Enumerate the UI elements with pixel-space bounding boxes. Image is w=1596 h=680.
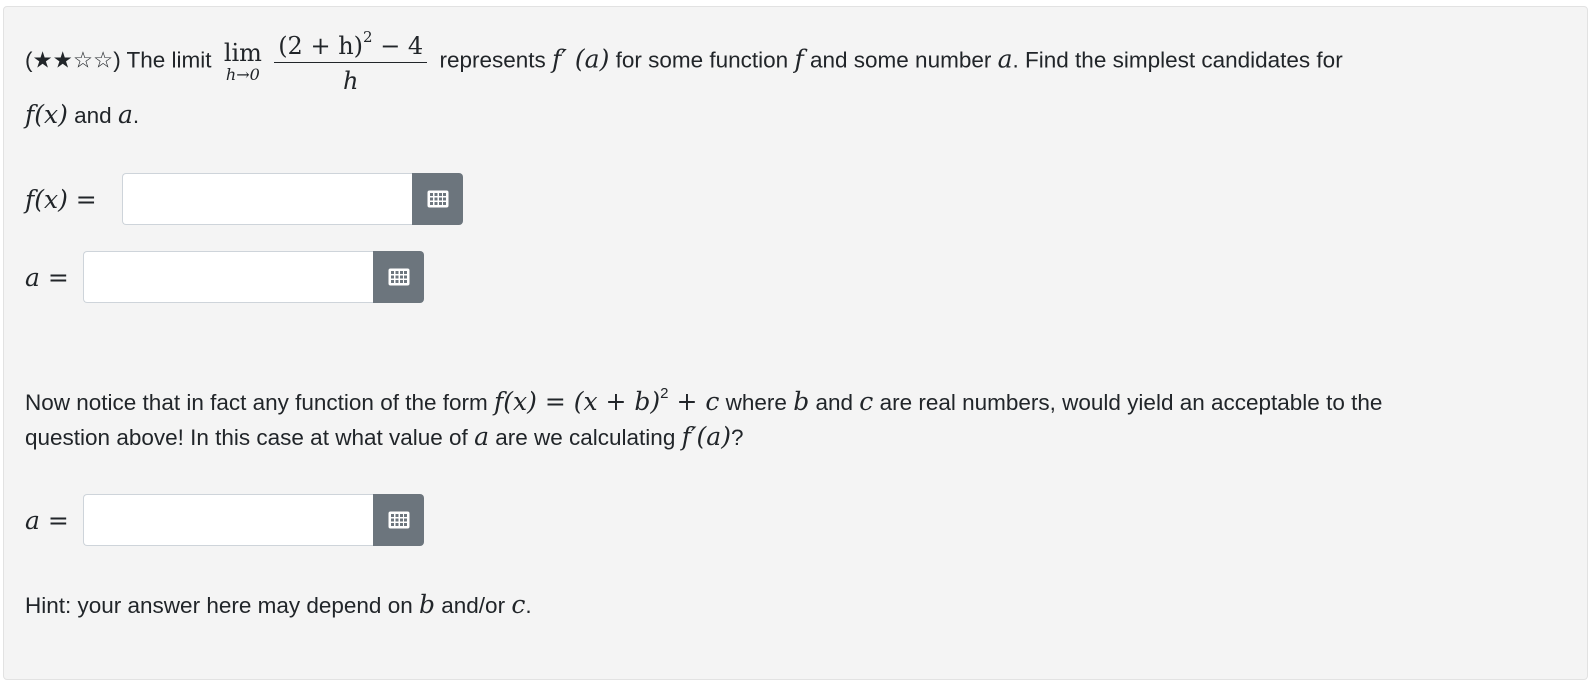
question-line-2: f(x) and a. xyxy=(25,102,139,128)
hint-text-1: Hint: your answer here may depend on xyxy=(25,593,413,618)
fraction-denominator: h xyxy=(274,62,428,93)
a2-math-keyboard-button[interactable] xyxy=(373,494,424,546)
b-symbol: b xyxy=(793,387,810,416)
a-symbol-2: a xyxy=(117,100,133,129)
formula-eq: = xyxy=(536,387,574,416)
matrix-keyboard-icon xyxy=(388,268,409,286)
limit-fraction: (2 + h)2 − 4 h xyxy=(274,28,428,93)
formula-rhs: (x + b) xyxy=(573,387,661,416)
difficulty-stars-filled: ★★ xyxy=(32,47,73,73)
hint-line: Hint: your answer here may depend on b a… xyxy=(25,592,532,618)
matrix-keyboard-icon xyxy=(427,190,448,208)
a-answer-input[interactable] xyxy=(83,251,373,303)
part2-text-5: question above! In this case at what val… xyxy=(25,425,468,450)
part2-text-4: are real numbers, would yield an accepta… xyxy=(879,390,1383,415)
fx-symbol: f(x) xyxy=(25,100,68,129)
question-panel xyxy=(3,6,1588,680)
a-input-group xyxy=(83,251,424,303)
represents-text: represents xyxy=(439,47,546,73)
open-paren: ( xyxy=(25,47,33,73)
part2-line-2: question above! In this case at what val… xyxy=(25,424,743,450)
f-symbol: f xyxy=(794,44,804,74)
limit-operator: lim h→0 xyxy=(224,41,262,83)
lim-subscript: h→0 xyxy=(225,64,260,84)
fx-input-group xyxy=(122,173,463,225)
fx-math-keyboard-button[interactable] xyxy=(412,173,463,225)
fraction-numerator: (2 + h)2 − 4 xyxy=(278,28,424,60)
hint-text-2: and/or xyxy=(441,593,506,618)
hint-c-symbol: c xyxy=(511,590,526,619)
hint-period: . xyxy=(525,593,532,618)
formula-tail: + c xyxy=(668,387,720,416)
formula-lhs: f(x) xyxy=(494,387,537,416)
find-text: . Find the simplest candidates for xyxy=(1012,47,1343,73)
for-some-text: for some function xyxy=(615,47,789,73)
a-math-keyboard-button[interactable] xyxy=(373,251,424,303)
a-symbol-3: a xyxy=(474,422,489,451)
fprime-a-2: f′(a) xyxy=(681,422,731,451)
period: . xyxy=(132,103,140,128)
lim-text: lim xyxy=(223,38,262,67)
part2-text-6: are we calculating xyxy=(495,425,676,450)
question-mark: ? xyxy=(730,425,744,450)
matrix-keyboard-icon xyxy=(388,511,409,529)
difficulty-stars-empty: ☆☆ xyxy=(72,47,114,73)
part2-text-1: Now notice that in fact any function of … xyxy=(25,390,488,415)
fx-field-label: f(x) = xyxy=(25,185,97,214)
c-symbol: c xyxy=(859,387,874,416)
where-text: where xyxy=(725,390,787,415)
intro-text: ) The limit xyxy=(113,47,212,73)
a-field-label: a = xyxy=(25,263,69,292)
a2-answer-input[interactable] xyxy=(83,494,373,546)
a2-input-group xyxy=(83,494,424,546)
hint-b-symbol: b xyxy=(418,590,435,619)
fx-answer-input[interactable] xyxy=(122,173,412,225)
question-line-1: (★★☆☆) The limit lim h→0 (2 + h)2 − 4 h … xyxy=(25,28,1343,94)
fprime-a: f′ (a) xyxy=(552,44,610,74)
and-some-text: and some number xyxy=(810,47,992,73)
formula-exp: 2 xyxy=(660,385,669,402)
a-symbol: a xyxy=(997,44,1013,74)
and-text: and xyxy=(74,103,112,128)
and-text-2: and xyxy=(815,390,854,415)
a2-field-label: a = xyxy=(25,506,69,535)
part2-line-1: Now notice that in fact any function of … xyxy=(25,386,1382,415)
